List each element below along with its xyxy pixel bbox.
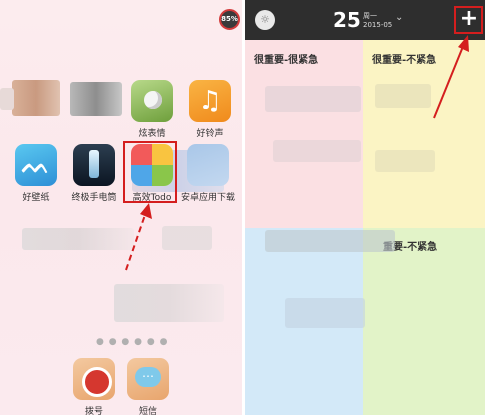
app-haobizhi[interactable]: ᨓ 好壁纸 xyxy=(8,144,64,203)
quadrant-title: 很重要-不紧急 xyxy=(372,55,437,66)
home-screen: 85% 炫表情 ♫ 好铃声 ᨓ 好壁纸 终极手电筒 高效Todo 安卓应用下载 … xyxy=(0,0,242,415)
battery-indicator: 85% xyxy=(219,9,240,30)
date-year-month: 2015-05 xyxy=(363,21,393,29)
page-indicator: ● ● ● ● ● ● xyxy=(96,337,169,347)
app-shoudiantong[interactable]: 终极手电筒 xyxy=(66,144,122,203)
blurred-app-icon xyxy=(15,80,57,122)
smiley-app-icon xyxy=(131,80,173,122)
app-label: 好铃声 xyxy=(196,129,224,139)
app-haolingsheng[interactable]: ♫ 好铃声 xyxy=(182,80,238,139)
app-blurred-2[interactable] xyxy=(66,80,122,126)
sms-icon xyxy=(127,358,169,400)
add-button-highlight-box xyxy=(454,6,483,34)
date-weekday: 周一 xyxy=(363,12,377,20)
blurred-region xyxy=(114,284,224,322)
top-bar: ☼ 25 周一 2015-05 ⌄ + xyxy=(245,0,485,40)
blurred-region xyxy=(375,150,435,172)
todo-app-screen: ☼ 25 周一 2015-05 ⌄ + 很重要-很紧急 很重要-不紧急 重要-不… xyxy=(245,0,485,415)
blurred-region xyxy=(285,298,365,328)
dock-dial[interactable]: 拨号 xyxy=(66,358,122,415)
blurred-region xyxy=(273,140,361,162)
app-label: 短信 xyxy=(138,407,157,415)
app-label: 终极手电筒 xyxy=(71,193,117,203)
phone-dial-icon xyxy=(73,358,115,400)
app-label: 拨号 xyxy=(84,407,103,415)
android-store-app-icon xyxy=(187,144,229,186)
blurred-region xyxy=(22,228,134,250)
app-logo-icon[interactable]: ☼ xyxy=(255,10,275,30)
flashlight-app-icon xyxy=(73,144,115,186)
app-blurred-1[interactable] xyxy=(8,80,64,126)
annotation-arrow xyxy=(125,203,152,271)
app-xuanbiaoqing[interactable]: 炫表情 xyxy=(124,80,180,139)
blurred-region xyxy=(375,84,431,108)
dock-sms[interactable]: 短信 xyxy=(120,358,176,415)
wallpaper-app-icon: ᨓ xyxy=(15,144,57,186)
app-label: 好壁纸 xyxy=(22,193,50,203)
app-label: 安卓应用下载 xyxy=(180,193,235,203)
app-label: 炫表情 xyxy=(138,129,166,139)
quadrant-important-urgent[interactable]: 很重要-很紧急 xyxy=(245,40,363,228)
quadrant-important-not-urgent[interactable]: 很重要-不紧急 xyxy=(363,40,485,228)
date-day[interactable]: 25 xyxy=(333,8,361,32)
app-anzhuo-xiazai[interactable]: 安卓应用下载 xyxy=(180,144,236,203)
music-note-app-icon: ♫ xyxy=(189,80,231,122)
blurred-region xyxy=(265,230,395,252)
blurred-region xyxy=(162,226,212,250)
todo-highlight-box xyxy=(123,141,177,203)
quadrant-title: 很重要-很紧急 xyxy=(254,55,319,66)
blurred-app-icon xyxy=(73,80,115,122)
quadrant-lower-right[interactable]: 重要-不紧急 xyxy=(363,228,485,415)
chevron-down-icon[interactable]: ⌄ xyxy=(395,12,403,23)
blurred-region xyxy=(265,86,361,112)
